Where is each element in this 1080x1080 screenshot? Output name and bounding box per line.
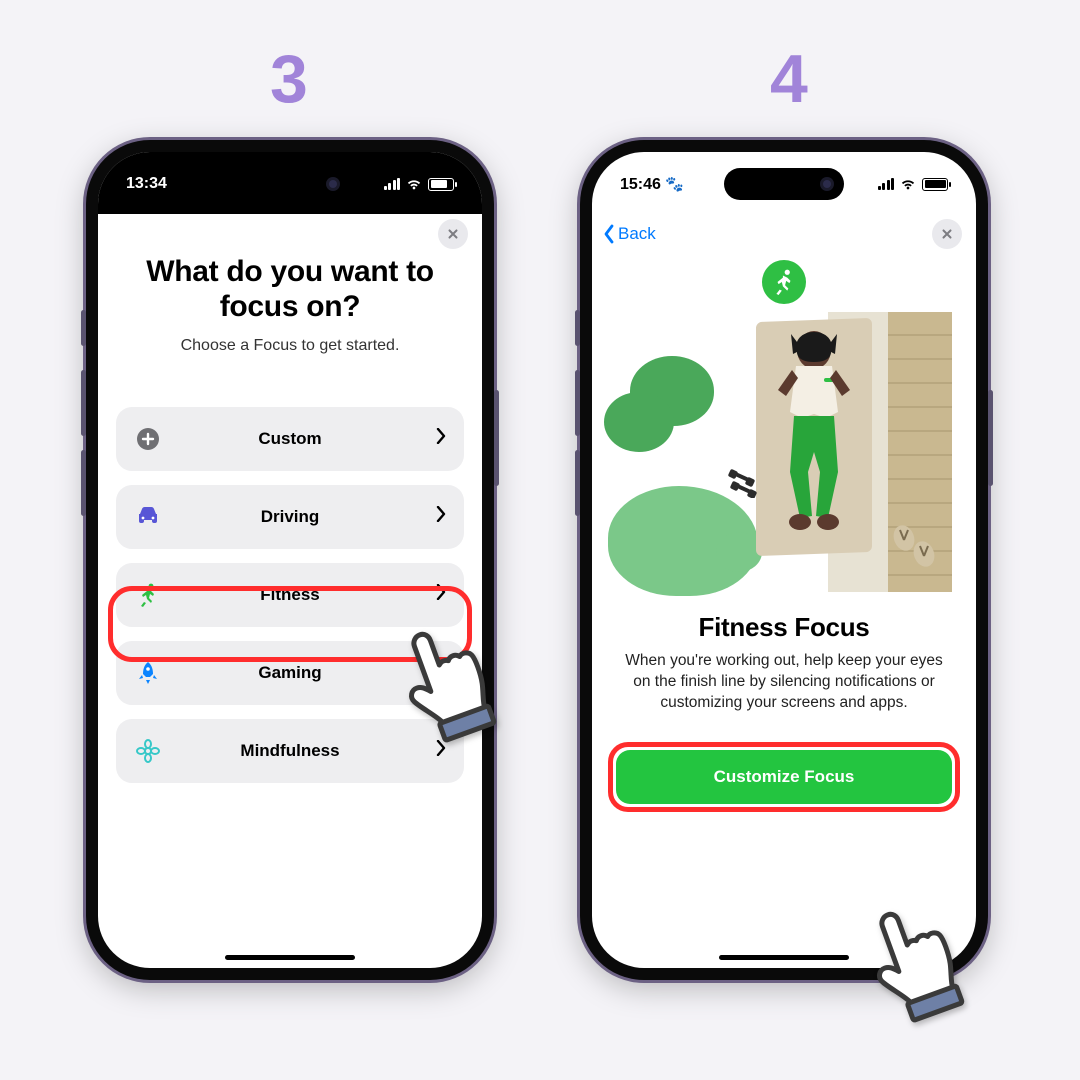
focus-heading: Fitness Focus [616,612,952,643]
cta-label: Customize Focus [714,767,855,787]
focus-item-label: Mindfulness [162,741,446,761]
runner-circle-icon [762,260,806,304]
step-number-3: 3 [270,40,308,118]
back-button[interactable]: Back [602,224,656,244]
paw-icon: 🐾 [665,176,684,193]
chevron-right-icon [436,506,446,527]
car-icon [134,506,162,528]
focus-item-label: Custom [162,429,446,449]
chevron-right-icon [436,428,446,449]
home-indicator[interactable] [719,955,849,960]
customize-focus-button[interactable]: Customize Focus [616,750,952,804]
runner-icon [134,583,162,607]
focus-description: When you're working out, help keep your … [618,651,950,714]
lotus-icon [134,739,162,763]
page-subtitle: Choose a Focus to get started. [116,337,464,355]
focus-item-label: Driving [162,507,446,527]
battery-icon [428,178,454,191]
chevron-right-icon [436,584,446,605]
focus-item-mindfulness[interactable]: Mindfulness [116,719,464,783]
chevron-left-icon [602,224,616,244]
home-indicator[interactable] [225,955,355,960]
focus-item-gaming[interactable]: Gaming [116,641,464,705]
status-time: 15:46 🐾 [620,175,684,194]
step-number-4: 4 [770,40,808,118]
close-icon [446,227,460,241]
fitness-illustration [616,312,952,602]
chevron-right-icon [436,740,446,761]
status-time: 13:34 [126,175,167,193]
page-title: What do you want to focus on? [116,254,464,325]
focus-item-label: Fitness [162,585,446,605]
back-label: Back [618,224,656,244]
focus-item-fitness[interactable]: Fitness [116,563,464,627]
wifi-icon [406,176,422,192]
cellular-icon [384,178,401,190]
focus-item-driving[interactable]: Driving [116,485,464,549]
phone-mockup-step3: 13:34 What do you want to focus on? Choo… [86,140,494,980]
focus-item-custom[interactable]: Custom [116,407,464,471]
cellular-icon [878,178,895,190]
focus-list: Custom Driving Fitness [116,407,464,783]
battery-icon [922,178,948,191]
close-icon [940,227,954,241]
close-button[interactable] [438,219,468,249]
rocket-icon [134,661,162,685]
close-button[interactable] [932,219,962,249]
plus-circle-icon [134,427,162,451]
wifi-icon [900,176,916,192]
chevron-right-icon [436,662,446,683]
focus-item-label: Gaming [162,663,446,683]
phone-mockup-step4: 15:46 🐾 Back [580,140,988,980]
